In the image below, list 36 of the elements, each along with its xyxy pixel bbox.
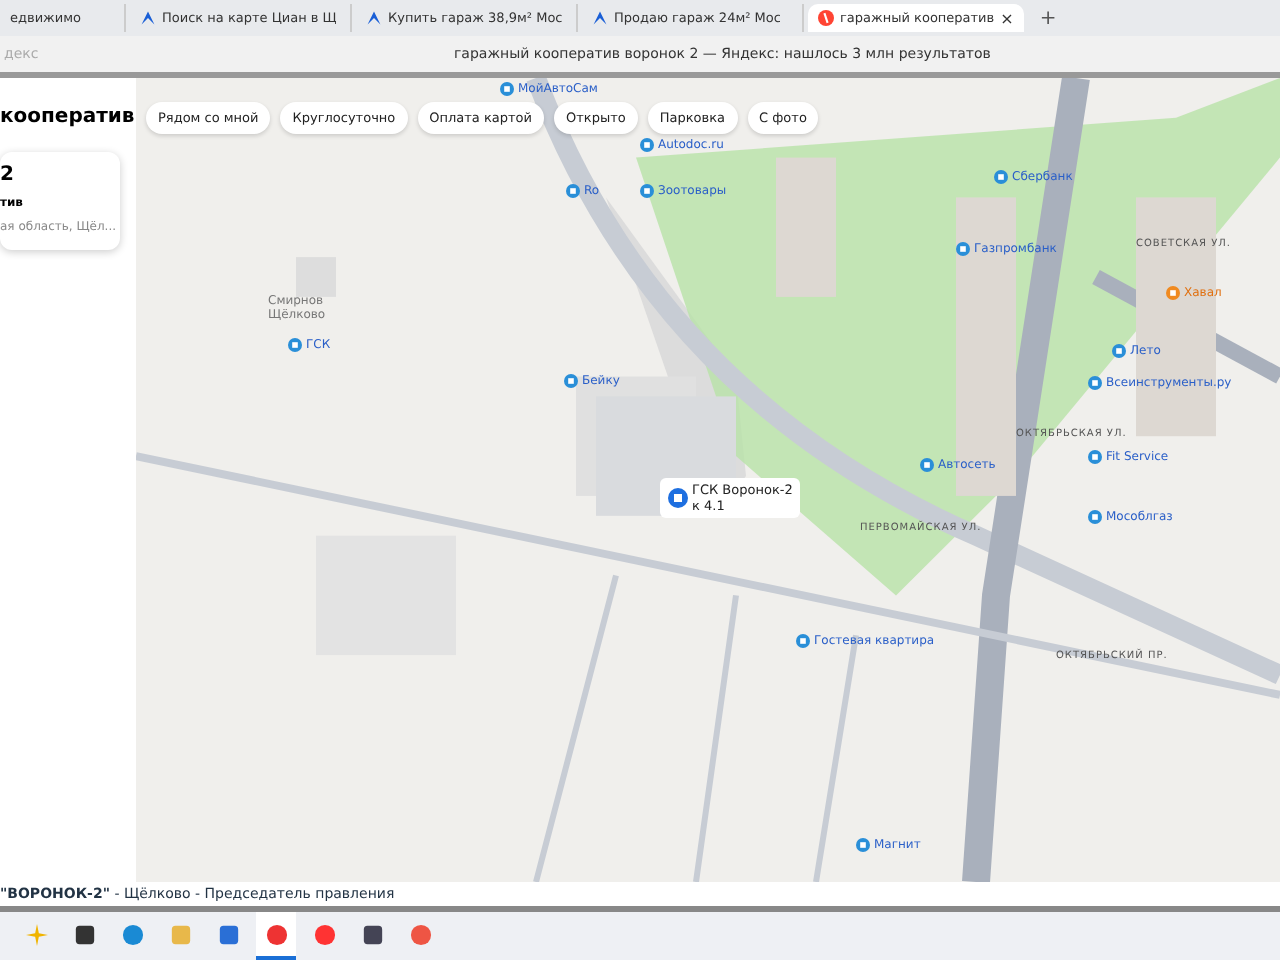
tab-logo-icon [818,10,834,26]
taskbar-app-icon [409,923,431,945]
map-pin-icon[interactable] [1088,510,1102,524]
taskbar-app-icon [25,923,47,945]
taskbar-app-icon [265,923,287,945]
map-pin-icon[interactable] [1112,344,1126,358]
map-pin-icon[interactable] [796,634,810,648]
map-pin-icon[interactable] [500,82,514,96]
new-tab-button[interactable]: + [1027,7,1069,29]
tab-logo-icon [140,10,156,26]
map-pin-icon[interactable] [1088,450,1102,464]
map-drawing[interactable] [136,78,1280,882]
result-name: 2 [0,164,16,186]
taskbar-app-icon [361,923,383,945]
taskbar-app-icon [169,923,191,945]
map-pin-icon[interactable] [668,488,688,508]
map-pin-icon[interactable] [1088,376,1102,390]
map-pin-icon[interactable] [640,138,654,152]
taskbar-app-icon [313,923,335,945]
map-pin-icon[interactable] [640,184,654,198]
taskbar-app-icon [121,923,143,945]
map-pin-icon[interactable] [1166,286,1180,300]
tab-logo-icon [592,10,608,26]
taskbar-app-icon [217,923,239,945]
taskbar-button[interactable] [256,912,296,960]
tab-logo-icon [366,10,382,26]
close-tab-button[interactable]: × [1000,9,1014,27]
map-pin-icon[interactable] [566,184,580,198]
map-pin-icon[interactable] [994,170,1008,184]
map-pin-icon[interactable] [920,458,934,472]
map-pin-icon[interactable] [856,838,870,852]
results-heading: кооператив [0,106,136,128]
map-pin-icon[interactable] [288,338,302,352]
taskbar-app-icon [73,923,95,945]
map-pin-icon[interactable] [564,374,578,388]
map-pin-icon[interactable] [956,242,970,256]
